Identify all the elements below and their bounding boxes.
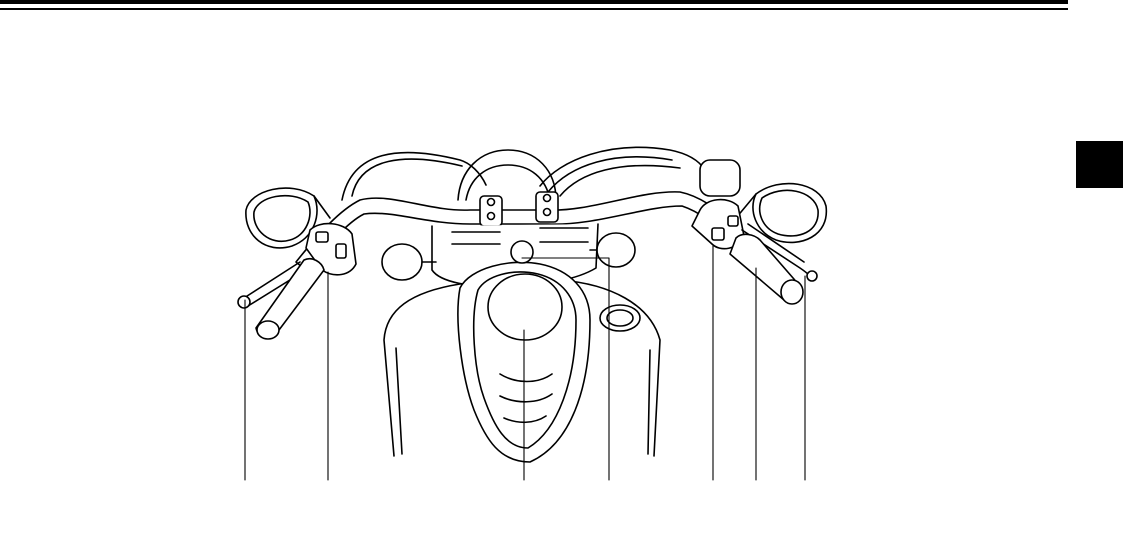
handlebar-clamp [479, 195, 503, 227]
right-mirror [752, 182, 828, 244]
indicator-light-cluster [510, 240, 534, 264]
handlebar-illustration [237, 146, 828, 481]
fuel-cap [599, 304, 641, 332]
left-mirror [245, 187, 318, 249]
right-turn-signal [596, 232, 636, 268]
speedometer [487, 273, 563, 341]
left-turn-signal [381, 243, 423, 281]
